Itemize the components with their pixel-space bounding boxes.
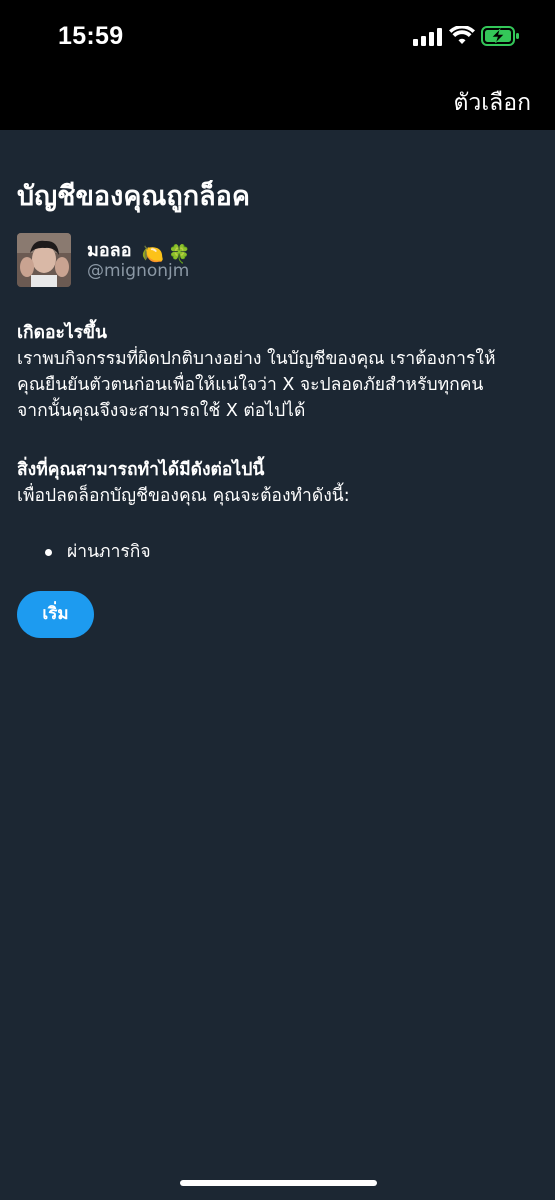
what-happened-line: คุณยืนยันตัวตนก่อนเพื่อให้แน่ใจว่า X จะป… (17, 375, 484, 395)
battery-charging-icon (481, 26, 519, 46)
display-name-text: มอลอ (87, 240, 132, 261)
top-bar: ตัวเลือก (0, 72, 555, 130)
wifi-icon (449, 26, 475, 44)
options-link[interactable]: ตัวเลือก (453, 85, 531, 121)
home-indicator[interactable] (180, 1180, 377, 1186)
what-happened-text: เราพบกิจกรรมที่ผิดปกติบางอย่าง ในบัญชีขอ… (17, 346, 537, 424)
what-you-can-do-heading: สิ่งที่คุณสามารถทำได้มีดังต่อไปนี้ (17, 460, 265, 480)
avatar (17, 233, 71, 287)
what-happened-line: เราพบกิจกรรมที่ผิดปกติบางอย่าง ในบัญชีขอ… (17, 349, 496, 369)
unlock-instructions: เพื่อปลดล็อกบัญชีของคุณ คุณจะต้องทำดังนี… (17, 486, 350, 506)
page-title: บัญชีของคุณถูกล็อค (17, 181, 250, 212)
step-label: ผ่านภารกิจ (67, 542, 151, 562)
cellular-signal-icon (413, 28, 442, 46)
status-time: 15:59 (58, 22, 124, 50)
status-bar: 15:59 (0, 0, 555, 72)
user-info: มอลอ 🍋 🍀 @mignonjm (17, 233, 537, 289)
user-handle: @mignonjm (87, 261, 190, 281)
what-happened-heading: เกิดอะไรขึ้น (17, 323, 107, 343)
what-happened-line: จากนั้นคุณจึงจะสามารถใช้ X ต่อไปได้ (17, 401, 306, 421)
bullet-icon (45, 549, 52, 556)
start-button[interactable]: เริ่ม (17, 591, 94, 638)
list-item: ผ่านภารกิจ (17, 539, 537, 565)
